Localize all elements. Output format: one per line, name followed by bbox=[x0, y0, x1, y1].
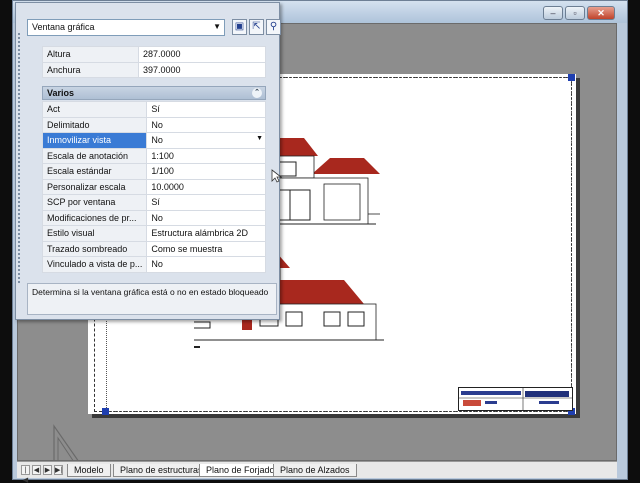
viewport-grip-bottom-left[interactable] bbox=[102, 408, 109, 415]
property-value[interactable]: 10.0000 bbox=[146, 178, 266, 195]
object-type-dropdown[interactable]: Ventana gráfica ▼ bbox=[27, 19, 225, 36]
chevron-down-icon[interactable]: ▼ bbox=[256, 135, 263, 142]
minimize-button[interactable]: – bbox=[543, 6, 563, 20]
property-name: Modificaciones de pr... bbox=[41, 209, 148, 226]
properties-palette: Ventana gráfica ▼ ▣ ⇱ ⚲ Altura 287.0000 … bbox=[15, 2, 282, 320]
category-title: Varios bbox=[47, 88, 75, 98]
property-name: Altura bbox=[42, 46, 139, 63]
property-value-dropdown[interactable]: No ▼ bbox=[146, 132, 266, 149]
property-row[interactable]: Act Sí bbox=[41, 101, 266, 118]
property-value[interactable]: Sí bbox=[146, 194, 266, 211]
property-row[interactable]: Trazado sombreado Como se muestra bbox=[41, 240, 266, 257]
property-value[interactable]: No bbox=[146, 209, 266, 226]
property-name: Estilo visual bbox=[41, 225, 148, 242]
palette-grip[interactable] bbox=[18, 33, 22, 283]
property-row[interactable]: SCP por ventana Sí bbox=[41, 194, 266, 211]
property-row[interactable]: Escala estándar 1/100 bbox=[41, 163, 266, 180]
property-value[interactable]: No bbox=[146, 116, 266, 133]
next-tab-button[interactable]: ▶ bbox=[43, 465, 52, 475]
chevron-down-icon: ▼ bbox=[213, 22, 221, 31]
tab-plano-de-estructuras[interactable]: Plano de estructuras bbox=[113, 464, 210, 477]
property-value[interactable]: Sí bbox=[146, 101, 266, 118]
title-block-graphic bbox=[459, 388, 572, 410]
last-tab-button[interactable]: ▶| bbox=[54, 465, 63, 475]
property-row[interactable]: Vinculado a vista de p... No bbox=[41, 256, 266, 273]
property-row[interactable]: Estilo visual Estructura alámbrica 2D bbox=[41, 225, 266, 242]
select-objects-icon[interactable]: ⇱ bbox=[249, 19, 264, 35]
tab-modelo[interactable]: Modelo bbox=[67, 464, 111, 477]
category-header-varios[interactable]: Varios ⌃ bbox=[42, 86, 266, 100]
property-name: Escala de anotación bbox=[41, 147, 148, 164]
property-row[interactable]: Delimitado No bbox=[41, 116, 266, 133]
property-value-text: No bbox=[151, 135, 163, 146]
property-row[interactable]: Escala de anotación 1:100 bbox=[41, 147, 266, 164]
property-name: SCP por ventana bbox=[41, 194, 148, 211]
previous-tab-button[interactable]: ◀ bbox=[32, 465, 41, 475]
property-name: Act bbox=[41, 101, 148, 118]
mouse-cursor-icon bbox=[271, 169, 282, 183]
toggle-pickadd-icon[interactable]: ⚲ bbox=[266, 19, 281, 35]
scale-bar bbox=[194, 346, 200, 348]
tab-plano-de-alzados[interactable]: Plano de Alzados bbox=[273, 464, 357, 477]
geometry-properties: Altura 287.0000 Anchura 397.0000 bbox=[42, 46, 266, 78]
object-type-value: Ventana gráfica bbox=[32, 22, 95, 32]
property-description: Determina si la ventana gráfica está o n… bbox=[27, 283, 277, 315]
title-block bbox=[458, 387, 573, 411]
property-name: Inmovilizar vista bbox=[41, 132, 148, 149]
property-value[interactable]: 1:100 bbox=[146, 147, 266, 164]
maximize-button[interactable]: ▫ bbox=[565, 6, 585, 20]
quick-select-icon[interactable]: ▣ bbox=[232, 19, 247, 35]
property-row[interactable]: Modificaciones de pr... No bbox=[41, 209, 266, 226]
property-row[interactable]: Altura 287.0000 bbox=[42, 46, 266, 63]
collapse-icon[interactable]: ⌃ bbox=[252, 88, 262, 98]
property-name: Delimitado bbox=[41, 116, 148, 133]
property-name: Vinculado a vista de p... bbox=[41, 256, 148, 273]
property-row[interactable]: Anchura 397.0000 bbox=[42, 61, 266, 78]
property-value[interactable]: Estructura alámbrica 2D bbox=[146, 225, 266, 242]
misc-properties: Act Sí Delimitado No Inmovilizar vista N… bbox=[41, 101, 266, 273]
layout-tab-bar: |◀ ◀ ▶ ▶| Modelo Plano de estructuras Pl… bbox=[17, 461, 617, 483]
property-row-selected[interactable]: Inmovilizar vista No ▼ bbox=[41, 132, 266, 149]
first-tab-button[interactable]: |◀ bbox=[21, 465, 30, 483]
upper-side-roof bbox=[312, 158, 380, 174]
close-button[interactable]: ✕ bbox=[587, 6, 615, 20]
property-value[interactable]: No bbox=[146, 256, 266, 273]
property-name: Trazado sombreado bbox=[41, 240, 148, 257]
property-row[interactable]: Personalizar escala 10.0000 bbox=[41, 178, 266, 195]
property-value[interactable]: 287.0000 bbox=[138, 46, 266, 63]
viewport-grip-top-right[interactable] bbox=[568, 74, 575, 81]
property-name: Personalizar escala bbox=[41, 178, 148, 195]
property-name: Escala estándar bbox=[41, 163, 148, 180]
property-value[interactable]: 1/100 bbox=[146, 163, 266, 180]
property-name: Anchura bbox=[42, 61, 139, 78]
property-value[interactable]: 397.0000 bbox=[138, 61, 266, 78]
property-value[interactable]: Como se muestra bbox=[146, 240, 266, 257]
